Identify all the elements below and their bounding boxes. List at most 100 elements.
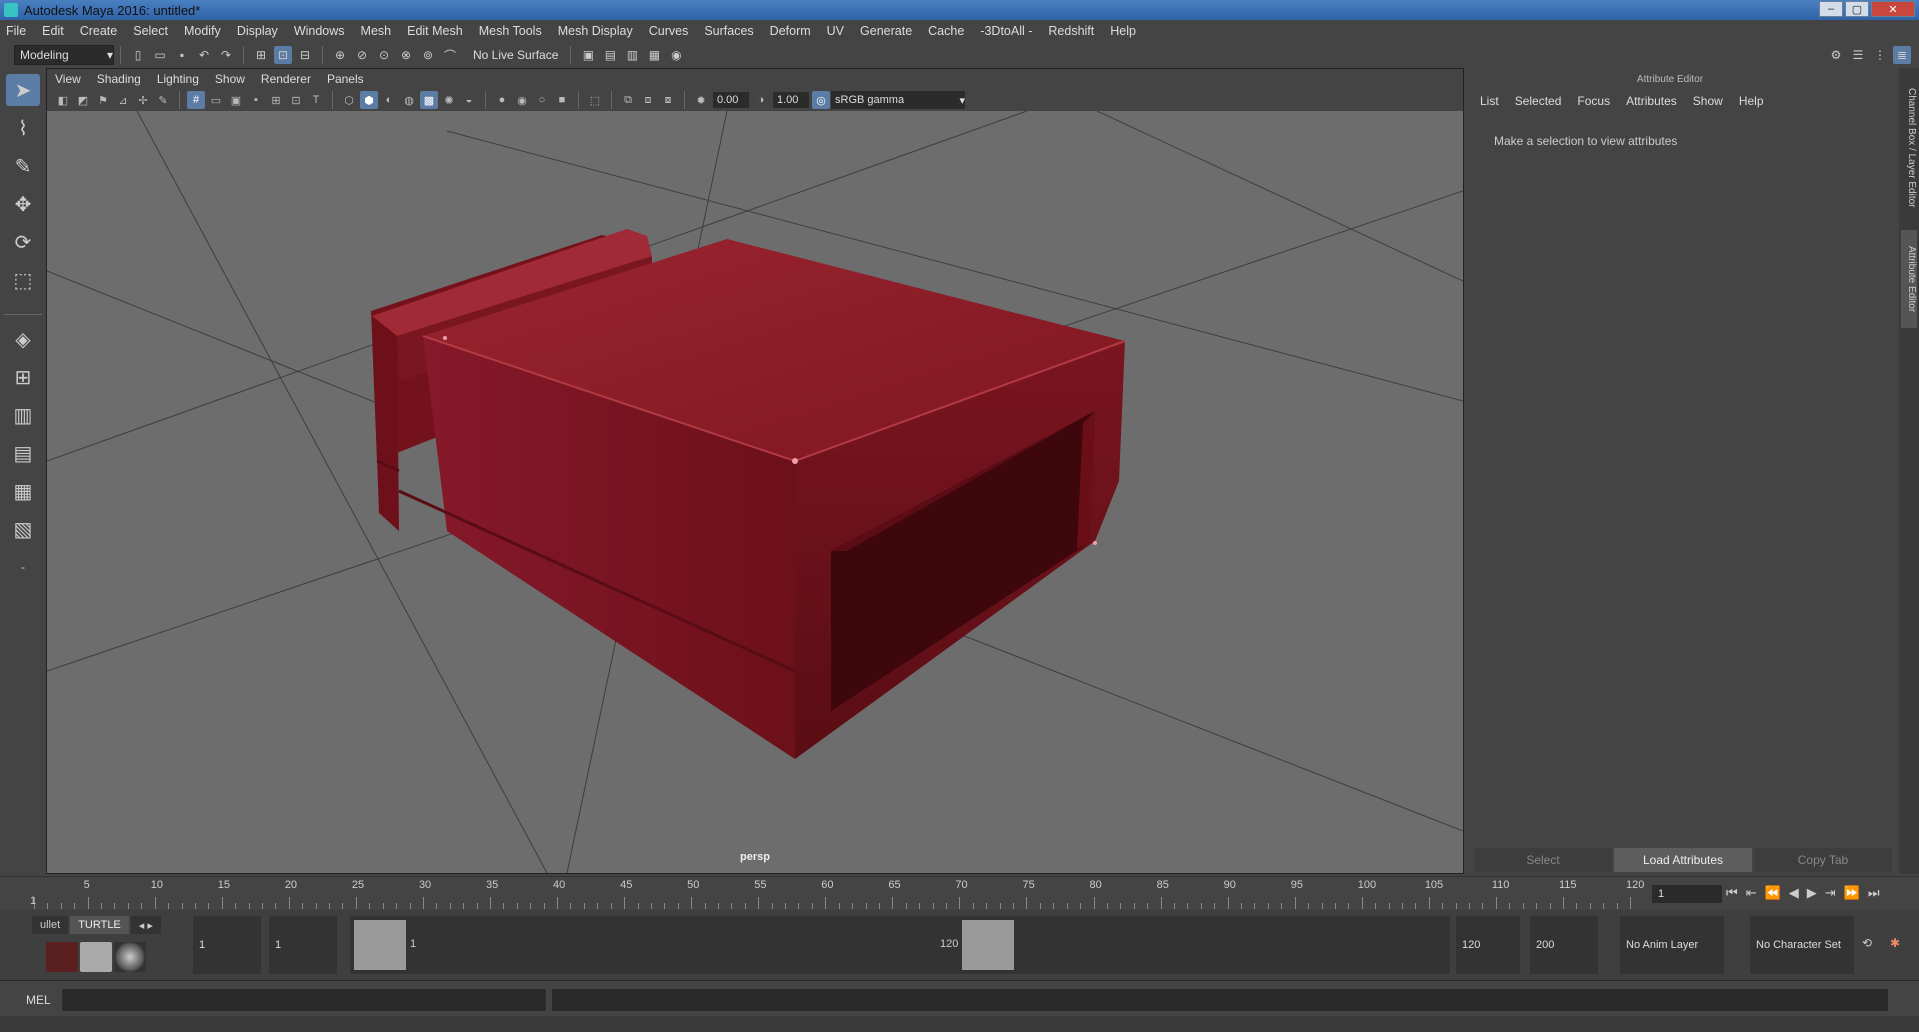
render-frame-icon[interactable]: ▣ <box>579 46 597 64</box>
animation-end-field[interactable]: 200 <box>1530 916 1598 974</box>
ipr-render-icon[interactable]: ▥ <box>623 46 641 64</box>
auto-key-icon[interactable]: ⟲ <box>1862 936 1872 950</box>
menu-deform[interactable]: Deform <box>770 24 811 38</box>
snap-surface-icon[interactable]: ⊚ <box>419 46 437 64</box>
two-d-pan-icon[interactable]: ✢ <box>134 91 152 109</box>
grease-pencil-icon[interactable]: ✎ <box>154 91 172 109</box>
menu-surfaces[interactable]: Surfaces <box>704 24 753 38</box>
playback-end-field[interactable]: 120 <box>1456 916 1520 974</box>
select-tool-icon[interactable]: ➤ <box>6 74 40 106</box>
xray-joints-icon[interactable]: ⧈ <box>639 91 657 109</box>
new-scene-icon[interactable]: ▯ <box>129 46 147 64</box>
ae-menu-focus[interactable]: Focus <box>1577 94 1610 108</box>
snap-curve-icon[interactable]: ⊘ <box>353 46 371 64</box>
move-tool-icon[interactable]: ✥ <box>6 188 40 220</box>
scale-tool-icon[interactable]: ⬚ <box>6 264 40 296</box>
menu-edit[interactable]: Edit <box>42 24 64 38</box>
go-to-end-icon[interactable]: ⏭ <box>1868 885 1880 903</box>
menu-cache[interactable]: Cache <box>928 24 964 38</box>
ae-menu-selected[interactable]: Selected <box>1515 94 1562 108</box>
range-end-handle[interactable] <box>962 920 1014 970</box>
vp-menu-shading[interactable]: Shading <box>97 72 141 86</box>
ae-menu-list[interactable]: List <box>1480 94 1499 108</box>
vp-menu-panels[interactable]: Panels <box>327 72 364 86</box>
resolution-gate-icon[interactable]: ▣ <box>227 91 245 109</box>
menu-create[interactable]: Create <box>80 24 118 38</box>
animation-prefs-icon[interactable]: ✱ <box>1890 936 1900 950</box>
menu-modify[interactable]: Modify <box>184 24 221 38</box>
default-material-icon[interactable]: ◐ <box>380 91 398 109</box>
rotate-tool-icon[interactable]: ⟳ <box>6 226 40 258</box>
persp-outliner-layout-icon[interactable]: ▥ <box>6 399 40 431</box>
attribute-editor-tab[interactable]: Attribute Editor <box>1901 230 1917 328</box>
tool-settings-icon[interactable]: ⋮ <box>1871 46 1889 64</box>
open-scene-icon[interactable]: ▭ <box>151 46 169 64</box>
exposure-icon[interactable]: ✹ <box>692 91 710 109</box>
grid-icon[interactable]: # <box>187 91 205 109</box>
menu-mesh-display[interactable]: Mesh Display <box>558 24 633 38</box>
lasso-tool-icon[interactable]: ⌇ <box>6 112 40 144</box>
image-plane-icon[interactable]: ⊿ <box>114 91 132 109</box>
exposure-field[interactable]: 0.00 <box>713 92 749 108</box>
snap-view-icon[interactable]: ⊗ <box>397 46 415 64</box>
attribute-editor-toggle-icon[interactable]: ☰ <box>1849 46 1867 64</box>
menu-redshift[interactable]: Redshift <box>1048 24 1094 38</box>
ae-menu-show[interactable]: Show <box>1693 94 1723 108</box>
playback-range-slider[interactable]: 1 120 <box>350 916 1450 974</box>
menu-help[interactable]: Help <box>1110 24 1136 38</box>
vp-menu-show[interactable]: Show <box>215 72 245 86</box>
persp-uv-layout-icon[interactable]: ▧ <box>6 513 40 545</box>
safe-title-icon[interactable]: T <box>307 91 325 109</box>
turtle-sphere-icon[interactable] <box>114 942 146 972</box>
turtle-render-icon[interactable] <box>46 942 78 972</box>
minimize-button[interactable]: – <box>1819 1 1843 17</box>
undo-icon[interactable]: ↶ <box>195 46 213 64</box>
vp-menu-renderer[interactable]: Renderer <box>261 72 311 86</box>
channel-box-icon[interactable]: ≣ <box>1893 46 1911 64</box>
range-start-handle[interactable] <box>354 920 406 970</box>
gate-mask-icon[interactable]: ▪ <box>247 91 265 109</box>
four-view-layout-icon[interactable]: ⊞ <box>6 361 40 393</box>
step-forward-frame-icon[interactable]: ⏩ <box>1844 885 1860 903</box>
gamma-icon[interactable]: ◑ <box>752 91 770 109</box>
persp-graph-layout-icon[interactable]: ▤ <box>6 437 40 469</box>
menu-mesh[interactable]: Mesh <box>361 24 392 38</box>
film-gate-icon[interactable]: ▭ <box>207 91 225 109</box>
smooth-shade-icon[interactable]: ⬢ <box>360 91 378 109</box>
snap-point-icon[interactable]: ⊙ <box>375 46 393 64</box>
safe-action-icon[interactable]: ⊡ <box>287 91 305 109</box>
select-hierarchy-icon[interactable]: ⊞ <box>252 46 270 64</box>
collapse-toolbox-icon[interactable]: - <box>6 551 40 583</box>
animation-start-field[interactable]: 1 <box>193 916 261 974</box>
play-forwards-icon[interactable]: ▶ <box>1807 885 1817 903</box>
view-transform-dropdown[interactable]: sRGB gamma ▾ <box>831 91 965 109</box>
step-forward-key-icon[interactable]: ⇥ <box>1825 885 1836 903</box>
menu-edit-mesh[interactable]: Edit Mesh <box>407 24 463 38</box>
save-scene-icon[interactable]: ▪ <box>173 46 191 64</box>
anim-layer-dropdown[interactable]: No Anim Layer <box>1620 916 1724 974</box>
maximize-button[interactable]: ▢ <box>1845 1 1869 17</box>
ae-menu-attributes[interactable]: Attributes <box>1626 94 1677 108</box>
step-back-key-icon[interactable]: ⇤ <box>1746 885 1757 903</box>
ae-menu-help[interactable]: Help <box>1739 94 1764 108</box>
load-attributes-button[interactable]: Load Attributes <box>1614 848 1752 872</box>
magnet-icon[interactable]: ⌒ <box>441 46 459 64</box>
hypershade-icon[interactable]: ◉ <box>667 46 685 64</box>
vp-menu-view[interactable]: View <box>55 72 81 86</box>
wireframe-on-shaded-icon[interactable]: ◍ <box>400 91 418 109</box>
color-management-icon[interactable]: ◎ <box>812 91 830 109</box>
menu-mesh-tools[interactable]: Mesh Tools <box>479 24 542 38</box>
bookmark-icon[interactable]: ⚑ <box>94 91 112 109</box>
mode-selector[interactable]: Modeling ▾ <box>14 45 114 65</box>
menu-windows[interactable]: Windows <box>294 24 345 38</box>
screen-space-ao-icon[interactable]: ● <box>493 91 511 109</box>
textured-icon[interactable]: ▩ <box>420 91 438 109</box>
mel-label[interactable]: MEL <box>26 993 51 1007</box>
select-button[interactable]: Select <box>1474 848 1612 872</box>
close-button[interactable]: ✕ <box>1871 1 1915 17</box>
render-settings-icon[interactable]: ▦ <box>645 46 663 64</box>
xray-icon[interactable]: ⧉ <box>619 91 637 109</box>
perspective-viewport[interactable]: persp <box>47 111 1463 873</box>
render-sequence-icon[interactable]: ▤ <box>601 46 619 64</box>
gamma-field[interactable]: 1.00 <box>773 92 809 108</box>
